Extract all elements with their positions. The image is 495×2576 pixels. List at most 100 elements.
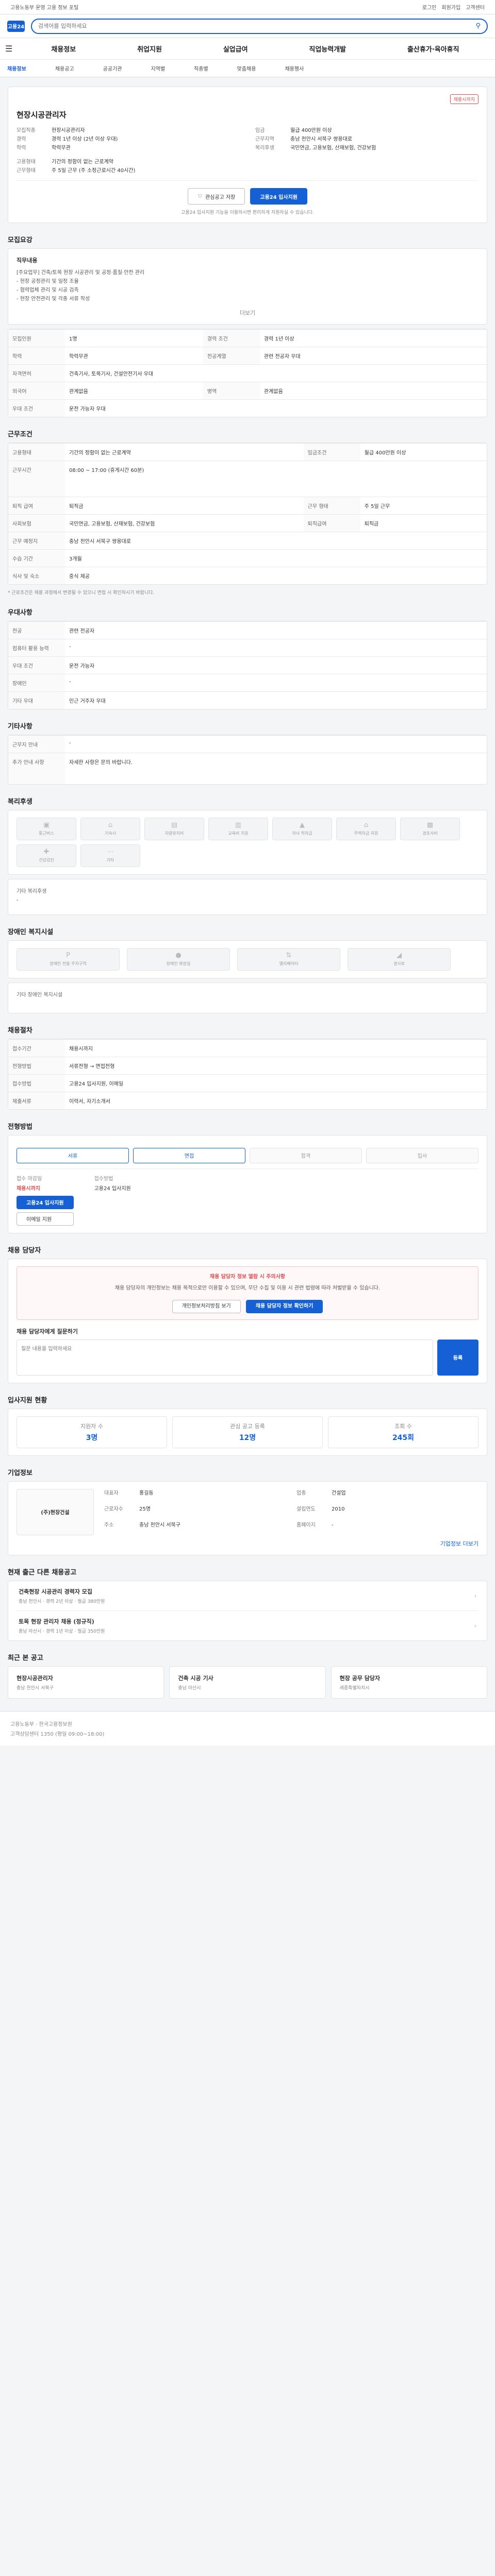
- deadline-value: 채용시까지: [16, 1185, 40, 1192]
- welfare-item: ▤ 차량유지비: [144, 817, 204, 840]
- company-more-link[interactable]: 기업정보 더보기: [440, 1540, 478, 1547]
- deadline-label: 접수 마감일: [16, 1176, 42, 1182]
- subnav-item-0[interactable]: 채용정보: [7, 64, 26, 72]
- inquiry-submit-button[interactable]: 등록: [437, 1339, 478, 1376]
- other-card: 근무지 안내 - 추가 안내 사항 자세한 사항은 문의 바랍니다.: [8, 735, 487, 785]
- field-label: 근무지역: [255, 137, 274, 142]
- process-table: 접수기간 채용시까지 전형방법 서류전형 → 면접전형 접수방법 고용24 입사지원,…: [8, 1039, 487, 1109]
- gift-icon: ▩: [426, 821, 434, 829]
- cell-value: 기간의 정함이 없는 근로계약: [65, 443, 304, 461]
- cell-label: 자격면허: [8, 364, 65, 382]
- recent-meta: 세종특별자치시: [339, 1685, 370, 1691]
- list-item-title: 토목 현장 관리자 채용 (정규직): [19, 1618, 94, 1625]
- table-row: 우대 조건 운전 가능자 우대: [8, 399, 487, 417]
- field-label: 대표자: [104, 1490, 119, 1496]
- login-link[interactable]: 로그인: [422, 3, 437, 11]
- ramp-icon: ◢: [397, 952, 402, 959]
- subnav-item-6[interactable]: 채용행사: [285, 64, 304, 72]
- manager-info-button[interactable]: 채용 담당자 정보 확인하기: [245, 1299, 323, 1313]
- recent-list: 현장시공관리자 충남 천안시 서북구 건축 시공 기사 충남 아산시 현장 공무 담…: [8, 1666, 487, 1699]
- cell-value: 퇴직금: [360, 514, 487, 532]
- search-icon[interactable]: ⚲: [475, 22, 481, 30]
- stat-item: 관심 공고 등록 12명: [172, 1416, 323, 1448]
- recent-card[interactable]: 건축 시공 기사 충남 아산시: [169, 1666, 326, 1699]
- support-link[interactable]: 고객센터: [466, 3, 485, 11]
- cell-label: 퇴직급여: [303, 514, 360, 532]
- field-label: 근무형태: [16, 168, 36, 174]
- step-item: 입사: [366, 1147, 478, 1163]
- welfare-label: 경조사비: [422, 831, 438, 836]
- subnav-item-1[interactable]: 채용공고: [55, 64, 74, 72]
- table-row: 퇴직 급여 퇴직금 근무 형태 주 5일 근무: [8, 497, 487, 515]
- nav-item-employment[interactable]: 취업지원: [137, 44, 162, 54]
- stat-item: 조회 수 245회: [328, 1416, 478, 1448]
- list-item[interactable]: 건축현장 시공관리 경력자 모집 충남 천안시 · 경력 2년 이상 · 월급 3…: [16, 1581, 478, 1611]
- list-item[interactable]: 토목 현장 관리자 채용 (정규직) 충남 아산시 · 경력 1년 이상 · 월급…: [16, 1610, 478, 1640]
- recent-card[interactable]: 현장시공관리자 충남 천안시 서북구: [8, 1666, 164, 1699]
- field-value: 현장시공관리자: [52, 128, 85, 133]
- email-apply-button[interactable]: 이메일 지원: [16, 1212, 74, 1226]
- section-title-process: 채용절차: [8, 1026, 32, 1035]
- method-label: 접수방법: [94, 1176, 113, 1182]
- heart-icon: ♡: [197, 193, 202, 199]
- cell-value: 자세한 사항은 문의 바랍니다.: [65, 753, 487, 784]
- table-row: 전공 관련 전공자: [8, 621, 487, 639]
- duty-body: [주요업무] 건축/토목 현장 시공관리 및 공정·품질·안전 관리 - 현장 …: [16, 268, 478, 303]
- table-row: 장애인 -: [8, 674, 487, 692]
- cell-label: 근무 형태: [303, 497, 360, 515]
- duty-more-link[interactable]: 더보기: [240, 310, 255, 316]
- subnav-item-3[interactable]: 지역별: [151, 64, 165, 72]
- search-input[interactable]: [38, 23, 472, 29]
- cell-value: 1명: [65, 329, 203, 347]
- site-logo[interactable]: 고용24: [7, 20, 25, 32]
- cell-value: 중식 제공: [65, 567, 487, 584]
- apply-button-2[interactable]: 고용24 입사지원: [16, 1195, 74, 1209]
- cell-label: 경력 조건: [203, 329, 260, 347]
- manager-alert: 채용 담당자 정보 열람 시 주의사항 채용 담당자의 개인정보는 채용 목적으…: [16, 1266, 478, 1320]
- nav-item-leave[interactable]: 출산휴가·육아휴직: [407, 44, 459, 54]
- apply-note: 고용24 입사지원 기능을 이용하시면 편리하게 지원하실 수 있습니다.: [181, 210, 314, 215]
- stat-value: 12명: [239, 1433, 256, 1442]
- table-row: 접수방법 고용24 입사지원, 이메일: [8, 1074, 487, 1092]
- health-icon: ✚: [43, 848, 50, 856]
- welfare-other-card: 기타 복리후생 -: [8, 878, 487, 915]
- section-title-conditions: 근무조건: [8, 431, 32, 438]
- field-label: 학력: [16, 145, 26, 151]
- steps: 서류 면접 합격 입사: [16, 1147, 478, 1163]
- signup-link[interactable]: 회원가입: [441, 3, 460, 11]
- inquiry-title: 채용 담당자에게 질문하기: [16, 1328, 78, 1335]
- nav-item-training[interactable]: 직업능력개발: [309, 44, 346, 54]
- recent-title: 건축 시공 기사: [178, 1674, 213, 1682]
- disability-label: 장애인 화장실: [166, 961, 191, 966]
- sub-nav: 채용정보 채용공고 공공기관 지역별 직종별 맞춤채용 채용행사: [0, 60, 495, 77]
- cell-label: 근무시간: [8, 461, 65, 497]
- field-label: 홈페이지: [296, 1522, 316, 1529]
- inquiry-textarea[interactable]: [16, 1339, 433, 1376]
- subnav-item-4[interactable]: 직종별: [194, 64, 208, 72]
- recent-card[interactable]: 현장 공무 담당자 세종특별자치시: [331, 1666, 487, 1699]
- cell-label: 임금조건: [303, 443, 360, 461]
- disability-item: P 장애인 전용 주차구역: [16, 947, 120, 971]
- nav-item-jobs[interactable]: 채용정보: [51, 44, 76, 54]
- nav-item-benefits[interactable]: 실업급여: [223, 44, 248, 54]
- cell-label: 전공계열: [203, 347, 260, 365]
- subnav-item-2[interactable]: 공공기관: [103, 64, 122, 72]
- field-value: -: [332, 1522, 334, 1529]
- save-job-button[interactable]: ♡ 관심공고 저장: [188, 188, 245, 205]
- privacy-button[interactable]: 개인정보처리방침 보기: [172, 1299, 241, 1313]
- disability-other-label: 기타 장애인 복지시설: [16, 992, 63, 998]
- duty-line: - 협력업체 관리 및 시공 검측: [16, 287, 79, 293]
- home-icon: ⌂: [108, 821, 113, 829]
- more-icon: ⋯: [107, 848, 114, 856]
- cell-value: 관련 전공자 우대: [259, 347, 487, 365]
- menu-icon[interactable]: ☰: [5, 44, 21, 54]
- cell-label: 우대 조건: [8, 399, 65, 417]
- restroom-icon: ●: [175, 952, 182, 959]
- apply-button[interactable]: 고용24 입사지원: [250, 188, 307, 205]
- deadline-badge: 채용시까지: [450, 94, 478, 104]
- subnav-item-5[interactable]: 맞춤채용: [237, 64, 256, 72]
- footer-line: 고객상담센터 1350 (평일 09:00~18:00): [10, 1731, 105, 1737]
- disability-card: P 장애인 전용 주차구역 ● 장애인 화장실 ⇅ 엘리베이터 ◢ 경사로: [8, 940, 487, 978]
- cell-label: 식사 및 숙소: [8, 567, 65, 584]
- conditions-card: 고용형태 기간의 정함이 없는 근로계약 임금조건 월급 400만원 이상 근무시간 0…: [8, 443, 487, 585]
